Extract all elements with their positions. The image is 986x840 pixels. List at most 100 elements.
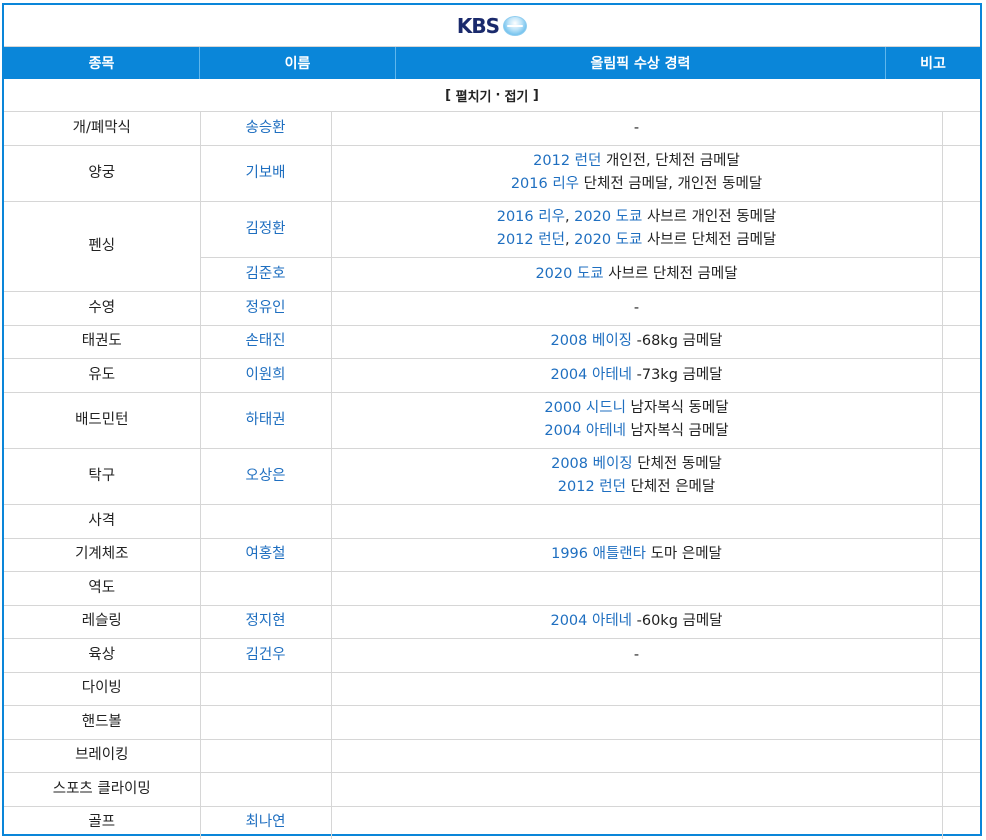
collapse-link[interactable]: 접기: [504, 86, 528, 105]
name-cell[interactable]: 이원희: [199, 357, 332, 393]
record-text: -: [633, 646, 640, 663]
note-cell: [941, 144, 980, 202]
kbs-orb-icon: [503, 15, 528, 36]
record-cell: 2000 시드니 남자복식 동메달 2004 아테네 남자복식 금메달: [330, 391, 943, 449]
table-header: 종목 이름 올림픽 수상 경력 비고: [4, 47, 980, 79]
olympics-link[interactable]: 2004 아테네: [550, 367, 632, 383]
record-line: 2016 리우 단체전 금메달, 개인전 동메달: [332, 173, 942, 196]
table-row: 사격: [4, 503, 980, 539]
note-cell: [941, 324, 980, 359]
table-row: 양궁 기보배 2012 런던 개인전, 단체전 금메달 2016 리우 단체전 금메달…: [4, 144, 980, 202]
note-cell: [941, 290, 980, 326]
sport-cell: 펜싱: [4, 200, 201, 292]
name-cell[interactable]: 송승환: [199, 112, 332, 146]
record-text: -68kg 금메달: [632, 333, 723, 349]
record-cell: 2016 리우, 2020 도쿄 사브르 개인전 동메달 2012 런던, 202…: [330, 200, 943, 258]
sport-cell: 양궁: [4, 144, 201, 202]
record-cell: [330, 771, 943, 807]
name-cell[interactable]: 오상은: [199, 447, 332, 505]
logo-text: KBS: [456, 13, 500, 38]
record-text: 사브르 개인전 동메달: [642, 209, 777, 225]
record-cell: [330, 805, 943, 839]
header-note: 비고: [920, 56, 946, 72]
note-cell: [941, 357, 980, 393]
sport-cell: 골프: [4, 805, 201, 839]
olympics-link[interactable]: 2004 아테네: [550, 613, 632, 629]
note-cell: [941, 537, 980, 572]
record-cell: 2008 베이징 단체전 동메달 2012 런던 단체전 은메달: [330, 447, 943, 505]
record-text: 사브르 단체전 금메달: [642, 232, 777, 248]
record-text: ,: [564, 232, 575, 248]
sport-cell: 역도: [4, 570, 201, 606]
record-line: 1996 애틀랜타 도마 은메달: [332, 543, 942, 566]
sport-cell: 수영: [4, 290, 201, 326]
record-cell: 2004 아테네 -73kg 금메달: [330, 357, 943, 393]
sport-cell: 탁구: [4, 447, 201, 505]
name-cell[interactable]: 기보배: [199, 144, 332, 202]
olympics-link[interactable]: 2004 아테네: [544, 423, 626, 439]
table-row: 펜싱 김정환 2016 리우, 2020 도쿄 사브르 개인전 동메달 2012 런던…: [4, 200, 980, 292]
note-cell: [941, 738, 980, 773]
olympics-link[interactable]: 2016 리우: [511, 176, 579, 192]
sport-cell: 다이빙: [4, 671, 201, 706]
olympics-link[interactable]: 2012 런던: [558, 479, 626, 495]
note-cell: [941, 200, 980, 258]
record-text: 단체전 금메달, 개인전 동메달: [579, 176, 763, 192]
table-row: 기계체조 여홍철 1996 애틀랜타 도마 은메달: [4, 537, 980, 572]
note-cell: [941, 671, 980, 706]
olympics-link[interactable]: 2020 도쿄: [574, 209, 642, 225]
toggle-open-bracket: [: [445, 87, 452, 103]
sport-cell: 사격: [4, 503, 201, 539]
record-line: 2020 도쿄 사브르 단체전 금메달: [332, 263, 942, 286]
olympics-link[interactable]: 2000 시드니: [544, 400, 626, 416]
record-text: 단체전 은메달: [625, 479, 716, 495]
name-cell[interactable]: 여홍철: [199, 537, 332, 572]
olympics-link[interactable]: 2008 베이징: [551, 456, 633, 472]
record-text: 개인전, 단체전 금메달: [601, 153, 740, 169]
record-line: -: [332, 297, 942, 320]
note-cell: [941, 112, 980, 146]
table-row: 배드민턴 하태권 2000 시드니 남자복식 동메달 2004 아테네 남자복식 금메…: [4, 391, 980, 449]
note-cell: [941, 447, 980, 505]
olympics-link[interactable]: 1996 애틀랜타: [551, 546, 646, 562]
olympics-link[interactable]: 2020 도쿄: [574, 232, 642, 248]
name-cell[interactable]: 정유인: [199, 290, 332, 326]
kbs-logo[interactable]: KBS: [456, 13, 528, 38]
name-cell: [199, 570, 332, 606]
record-cell: [330, 570, 943, 606]
record-line: 2008 베이징 -68kg 금메달: [332, 330, 942, 353]
olympics-link[interactable]: 2012 런던: [533, 153, 601, 169]
record-cell: 2008 베이징 -68kg 금메달: [330, 324, 943, 359]
name-cell[interactable]: 김정환: [199, 200, 332, 258]
olympics-link[interactable]: 2012 런던: [497, 232, 565, 248]
name-cell[interactable]: 김건우: [199, 637, 332, 673]
sport-cell: 개/폐막식: [4, 112, 201, 146]
toggle-separator: ·: [495, 87, 501, 103]
name-cell[interactable]: 하태권: [199, 391, 332, 449]
name-cell[interactable]: 김준호: [200, 256, 332, 292]
note-cell: [941, 771, 980, 807]
record-cell: 1996 애틀랜타 도마 은메달: [330, 537, 943, 572]
name-cell[interactable]: 최나연: [199, 805, 332, 839]
olympics-link[interactable]: 2016 리우: [497, 209, 565, 225]
sport-cell: 핸드볼: [4, 704, 201, 740]
expand-link[interactable]: 펼치기: [456, 86, 492, 105]
table-row: 다이빙: [4, 671, 980, 706]
record-text: 남자복식 금메달: [625, 423, 729, 439]
name-cell[interactable]: 손태진: [199, 324, 332, 359]
record-cell: 2012 런던 개인전, 단체전 금메달 2016 리우 단체전 금메달, 개인전…: [330, 144, 943, 202]
name-cell[interactable]: 정지현: [199, 604, 332, 639]
note-cell: [941, 391, 980, 449]
record-text: 단체전 동메달: [632, 456, 722, 472]
table-row: 개/폐막식 송승환 -: [4, 112, 980, 146]
table-row: 스포츠 클라이밍: [4, 771, 980, 807]
olympics-link[interactable]: 2020 도쿄: [535, 266, 603, 282]
name-cell: [199, 503, 332, 539]
name-cell: [199, 771, 332, 807]
record-text: 도마 은메달: [645, 546, 722, 562]
header-record: 올림픽 수상 경력: [396, 47, 886, 79]
sport-cell: 기계체조: [4, 537, 201, 572]
record-cell: -: [330, 637, 943, 673]
note-cell: [941, 604, 980, 639]
olympics-link[interactable]: 2008 베이징: [550, 333, 632, 349]
